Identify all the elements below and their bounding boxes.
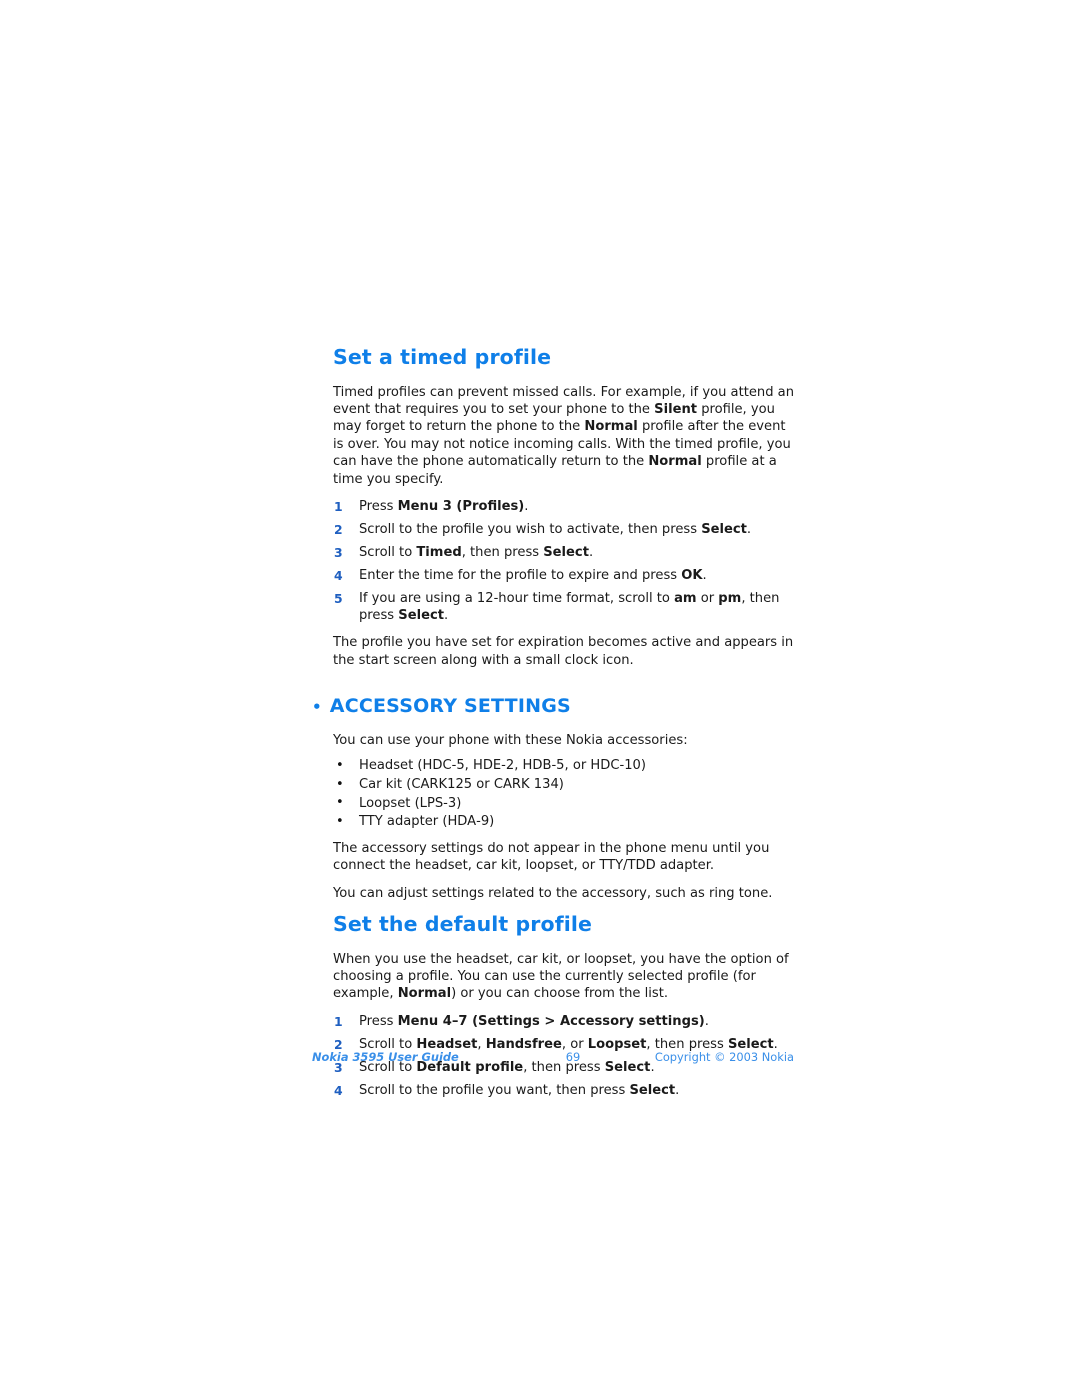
paragraph-timed-profile-closing: The profile you have set for expiration … xyxy=(333,634,795,669)
paragraph-default-profile-intro: When you use the headset, car kit, or lo… xyxy=(333,951,795,1003)
plain-text: The profile you have set for expiration … xyxy=(333,635,794,668)
page-footer: Nokia 3595 User Guide 69 Copyright © 200… xyxy=(312,1050,794,1064)
plain-text: ) or you can choose from the list. xyxy=(451,986,669,1002)
plain-text: or xyxy=(696,590,719,606)
step-item: 4 Scroll to the profile you want, then pr… xyxy=(333,1082,795,1099)
plain-text: . xyxy=(704,1013,709,1029)
plain-text: You can use your phone with these Nokia … xyxy=(333,733,688,749)
paragraph-accessories-intro: You can use your phone with these Nokia … xyxy=(333,732,795,749)
emphasis-text: Normal xyxy=(397,986,452,1002)
document-page: Set a timed profile Timed profiles can p… xyxy=(0,0,1080,1397)
step-number: 4 xyxy=(334,1082,343,1098)
paragraph-accessory-note: The accessory settings do not appear in … xyxy=(333,840,795,875)
plain-text: Scroll to the profile you want, then pre… xyxy=(359,1082,630,1098)
plain-text: Press xyxy=(359,499,398,515)
step-text: If you are using a 12-hour time format, … xyxy=(359,591,779,623)
plain-text: You can adjust settings related to the a… xyxy=(333,885,773,901)
heading-accessory-settings-label: ACCESSORY SETTINGS xyxy=(329,695,571,718)
step-item: 3 Scroll to Timed, then press Select. xyxy=(333,544,795,561)
paragraph-accessory-note-two: You can adjust settings related to the a… xyxy=(333,885,795,902)
emphasis-text: pm xyxy=(718,590,742,606)
list-item-label: Loopset (LPS‑3) xyxy=(359,795,462,811)
list-item: • Headset (HDC‑5, HDE‑2, HDB‑5, or HDC‑10… xyxy=(333,757,795,775)
bullet-icon: • xyxy=(336,813,344,829)
footer-page-number: 69 xyxy=(565,1050,581,1064)
plain-text: . xyxy=(588,544,594,560)
bullet-icon: • xyxy=(336,776,344,792)
step-number: 3 xyxy=(334,544,343,560)
heading-set-the-default-profile: Set the default profile xyxy=(333,912,592,937)
step-text: Scroll to Timed, then press Select. xyxy=(359,545,593,560)
emphasis-text: Silent xyxy=(654,402,698,417)
plain-text: The accessory settings do not appear in … xyxy=(333,840,770,874)
plain-text: . xyxy=(746,521,752,537)
footer-document-title: Nokia 3595 User Guide xyxy=(312,1050,459,1064)
emphasis-text: Select xyxy=(398,608,444,624)
plain-text: Scroll to the profile you wish to activa… xyxy=(359,521,702,537)
step-text: Scroll to the profile you want, then pre… xyxy=(359,1083,679,1098)
step-item: 5 If you are using a 12-hour time format,… xyxy=(333,590,795,625)
list-item: • Loopset (LPS‑3) xyxy=(333,795,795,813)
plain-text: Scroll to xyxy=(359,544,417,560)
step-number: 1 xyxy=(334,1013,343,1029)
list-item: • TTY adapter (HDA‑9) xyxy=(333,813,795,831)
emphasis-text: Normal xyxy=(648,454,702,470)
step-text: Enter the time for the profile to expire… xyxy=(359,568,707,583)
emphasis-text: Timed xyxy=(416,544,462,560)
bullet-icon: • xyxy=(336,757,344,773)
paragraph-timed-profile-intro: Timed profiles can prevent missed calls.… xyxy=(333,384,795,488)
step-item: 4 Enter the time for the profile to expir… xyxy=(333,567,795,584)
emphasis-text: OK xyxy=(681,567,703,583)
step-text: Press Menu 4–7 (Settings > Accessory set… xyxy=(359,1014,709,1029)
emphasis-text: Normal xyxy=(584,419,638,435)
plain-text: . xyxy=(675,1082,680,1098)
heading-set-a-timed-profile: Set a timed profile xyxy=(333,345,552,369)
step-number: 4 xyxy=(334,567,343,583)
step-text: Scroll to the profile you wish to activa… xyxy=(359,522,751,537)
emphasis-text: Select xyxy=(543,544,589,560)
emphasis-text: Menu 4–7 (Settings > Accessory settings) xyxy=(397,1013,705,1029)
step-item: 2 Scroll to the profile you wish to activ… xyxy=(333,521,795,538)
plain-text: . xyxy=(443,608,449,624)
list-item-label: Car kit (CARK125 or CARK 134) xyxy=(359,777,564,793)
bullet-icon: • xyxy=(312,698,322,717)
step-number: 2 xyxy=(334,521,343,537)
emphasis-text: Select xyxy=(701,521,747,537)
plain-text: Enter the time for the profile to expire… xyxy=(359,567,682,583)
plain-text: . xyxy=(702,567,707,583)
step-number: 1 xyxy=(334,499,343,515)
list-item-label: TTY adapter (HDA‑9) xyxy=(359,814,495,830)
plain-text: If you are using a 12-hour time format, … xyxy=(359,590,675,606)
plain-text: . xyxy=(524,499,529,515)
plain-text: Press xyxy=(359,1013,398,1029)
emphasis-text: am xyxy=(674,590,697,606)
step-text: Press Menu 3 (Profiles). xyxy=(359,499,528,514)
footer-copyright: Copyright © 2003 Nokia xyxy=(654,1050,794,1064)
emphasis-text: Menu 3 (Profiles) xyxy=(397,499,525,515)
list-item-label: Headset (HDC‑5, HDE‑2, HDB‑5, or HDC‑10) xyxy=(359,758,646,774)
page-content: Set a timed profile Timed profiles can p… xyxy=(312,345,795,1109)
list-item: • Car kit (CARK125 or CARK 134) xyxy=(333,776,795,794)
plain-text: , then press xyxy=(461,544,544,560)
step-item: 1 Press Menu 3 (Profiles). xyxy=(333,498,795,515)
steps-set-a-timed-profile: 1 Press Menu 3 (Profiles). 2 Scroll to the … xyxy=(333,498,795,624)
heading-accessory-settings: • ACCESSORY SETTINGS xyxy=(312,695,795,718)
emphasis-text: Select xyxy=(629,1082,676,1098)
step-item: 1 Press Menu 4–7 (Settings > Accessory se… xyxy=(333,1013,795,1030)
step-number: 5 xyxy=(334,590,343,606)
list-nokia-accessories: • Headset (HDC‑5, HDE‑2, HDB‑5, or HDC‑10… xyxy=(333,757,795,830)
bullet-icon: • xyxy=(336,795,344,811)
